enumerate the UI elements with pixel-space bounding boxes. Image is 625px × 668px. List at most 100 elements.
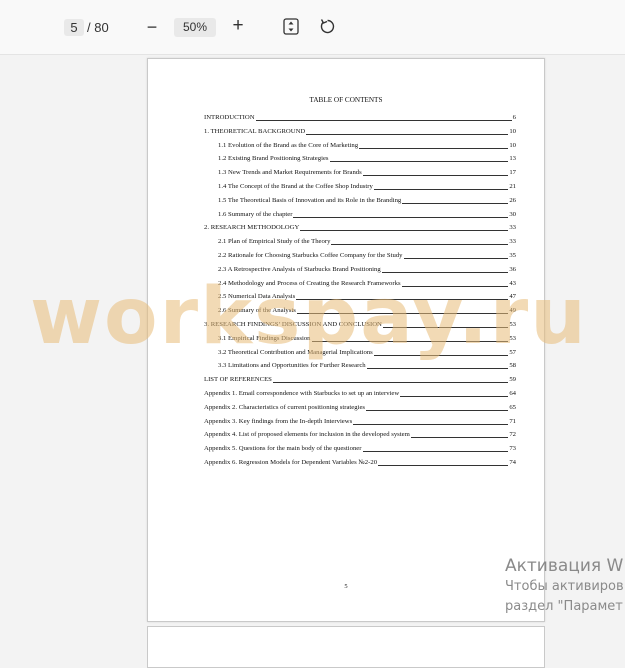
toc-entry-title: 1.3 New Trends and Market Requirements f… — [218, 169, 362, 177]
toc-leader-line — [403, 258, 509, 259]
toc-entry-page: 73 — [509, 445, 516, 453]
toc-entry: Appendix 1. Email correspondence with St… — [204, 388, 516, 398]
toc-entry-title: Appendix 6. Regression Models for Depend… — [204, 459, 378, 466]
toc-entry-page: 30 — [509, 210, 516, 218]
toc-entry-page: 53 — [509, 321, 516, 328]
toc-entry: 3.1 Empirical Findings Discussion 53 — [218, 333, 516, 343]
toc-entry: 1.4 The Concept of the Brand at the Coff… — [218, 181, 516, 191]
toc-entry: Appendix 4. List of proposed elements fo… — [204, 429, 516, 439]
toc-entry-page: 43 — [509, 279, 516, 287]
toc-entry-page: 21 — [509, 183, 516, 190]
toc-leader-line — [373, 354, 509, 356]
toc-entry-title: LIST OF REFERENCES — [204, 376, 272, 384]
toc-leader-line — [255, 120, 512, 121]
toc-leader-line — [359, 147, 509, 149]
toc-entry-page: 64 — [509, 390, 516, 397]
toc-entry: LIST OF REFERENCES 59 — [204, 374, 516, 384]
toc-entry-title: INTRODUCTION — [204, 114, 255, 121]
toc-entry: 3.3 Limitations and Opportunities for Fu… — [218, 360, 516, 370]
toc-leader-line — [311, 340, 509, 342]
activation-line-1: Чтобы активиров — [505, 579, 624, 594]
zoom-in-button[interactable]: + — [229, 16, 247, 36]
toc-entry: Appendix 3. Key findings from the In-dep… — [204, 416, 516, 426]
toc-entry: 2.3 A Retrospective Analysis of Starbuck… — [218, 264, 516, 274]
toc-entry-page: 10 — [509, 141, 516, 149]
toc-leader-line — [353, 423, 509, 425]
fit-page-icon[interactable] — [283, 18, 299, 35]
toc-entry-page: 57 — [509, 348, 516, 356]
toc-leader-line — [401, 285, 509, 287]
toc-entry-title: 1.1 Evolution of the Brand as the Core o… — [218, 141, 359, 149]
page-number: 5 — [344, 583, 348, 590]
toc-entry-title: 2.2 Rationale for Choosing Starbucks Cof… — [218, 252, 403, 259]
toc-entry-title: Appendix 3. Key findings from the In-dep… — [204, 417, 353, 425]
toc-entry-page: 65 — [509, 403, 516, 411]
toc-entry-page: 72 — [509, 431, 516, 439]
toc-leader-line — [362, 175, 509, 177]
toc-leader-line — [382, 327, 509, 328]
toc-leader-line — [402, 202, 509, 204]
toc-entry-title: 3.2 Theoretical Contribution and Manager… — [218, 348, 373, 356]
toc-title: TABLE OF CONTENTS — [309, 96, 383, 104]
toc-entry: 2.5 Numerical Data Analysis 47 — [218, 291, 516, 301]
toc-entry: 1.1 Evolution of the Brand as the Core o… — [218, 140, 516, 150]
toc-leader-line — [366, 368, 509, 370]
activation-line-2: раздел "Парамет — [505, 599, 623, 614]
toc-entry-page: 74 — [509, 459, 516, 466]
pdf-next-page — [147, 626, 545, 668]
toc-entry: 1.3 New Trends and Market Requirements f… — [218, 167, 516, 177]
toc-entry-title: 1.2 Existing Brand Positioning Strategie… — [218, 155, 329, 163]
toc-leader-line — [296, 299, 509, 301]
toc-entry: 3. RESEARCH FINDINGS’ DISCUSSION AND CON… — [204, 319, 516, 329]
pdf-page: TABLE OF CONTENTS INTRODUCTION 6 1. THEORE… — [147, 58, 545, 622]
toc-entry: 1. THEORETICAL BACKGROUND 10 — [204, 126, 516, 136]
toc-entry: 1.5 The Theoretical Basis of Innovation … — [218, 195, 516, 205]
toc-entry-page: 17 — [509, 169, 516, 177]
toc-leader-line — [331, 244, 509, 246]
toc-entry-title: 2.5 Numerical Data Analysis — [218, 293, 296, 301]
toc-leader-line — [373, 189, 509, 190]
toc-leader-line — [300, 230, 509, 232]
toc-entry: 3.2 Theoretical Contribution and Manager… — [218, 347, 516, 357]
toc-entry: 2.4 Methodology and Process of Creating … — [218, 278, 516, 288]
toc-entry-title: 1.6 Summary of the chapter — [218, 210, 293, 218]
toc-entry-page: 10 — [509, 127, 516, 135]
toc-entry: Appendix 2. Characteristics of current p… — [204, 402, 516, 412]
toc-entry: INTRODUCTION 6 — [204, 112, 516, 122]
toc-entry: Appendix 6. Regression Models for Depend… — [204, 457, 516, 467]
toc-entry-title: 2.4 Methodology and Process of Creating … — [218, 279, 401, 287]
toc-entry: 1.2 Existing Brand Positioning Strategie… — [218, 153, 516, 163]
toc-entry: Appendix 5. Questions for the main body … — [204, 443, 516, 453]
toc-entry-page: 36 — [509, 265, 516, 273]
toc-leader-line — [329, 161, 509, 163]
toc-entry-page: 59 — [509, 376, 516, 384]
toc-entry-page: 47 — [509, 293, 516, 301]
zoom-level-field[interactable]: 50% — [174, 18, 216, 37]
toc-entry-title: Appendix 1. Email correspondence with St… — [204, 390, 400, 397]
toc-entry: 2.2 Rationale for Choosing Starbucks Cof… — [218, 250, 516, 260]
toc-entry-title: 3. RESEARCH FINDINGS’ DISCUSSION AND CON… — [204, 321, 382, 328]
page-number-input[interactable]: 5 — [64, 19, 84, 36]
toc-leader-line — [306, 133, 509, 135]
toc-leader-line — [400, 396, 509, 397]
toc-leader-line — [381, 271, 509, 273]
toc-leader-line — [366, 409, 509, 411]
toc-entry-title: 2.6 Summary of the Analysis — [218, 307, 296, 315]
toc-entry-page: 33 — [509, 224, 516, 232]
toc-leader-line — [378, 465, 509, 466]
toc-entry-page: 71 — [509, 417, 516, 425]
zoom-out-button[interactable]: − — [143, 17, 161, 37]
toc-entry-title: 3.3 Limitations and Opportunities for Fu… — [218, 362, 366, 370]
toc-entry-title: 2.3 A Retrospective Analysis of Starbuck… — [218, 265, 381, 273]
toc-leader-line — [293, 216, 509, 218]
activation-title: Активация W — [505, 556, 624, 576]
toc-entry-title: 1.5 The Theoretical Basis of Innovation … — [218, 196, 402, 204]
toc-leader-line — [410, 437, 509, 439]
rotate-icon[interactable] — [319, 18, 336, 35]
windows-activation-notice: Активация W Чтобы активиров раздел "Пара… — [505, 555, 625, 617]
toc-entry: 2. RESEARCH METHODOLOGY 33 — [204, 222, 516, 232]
toc-entry-title: Appendix 2. Characteristics of current p… — [204, 403, 366, 411]
toc-entry-title: 2.1 Plan of Empirical Study of the Theor… — [218, 238, 331, 246]
total-pages-label: / 80 — [87, 20, 109, 35]
toc-entry-title: Appendix 4. List of proposed elements fo… — [204, 431, 410, 439]
